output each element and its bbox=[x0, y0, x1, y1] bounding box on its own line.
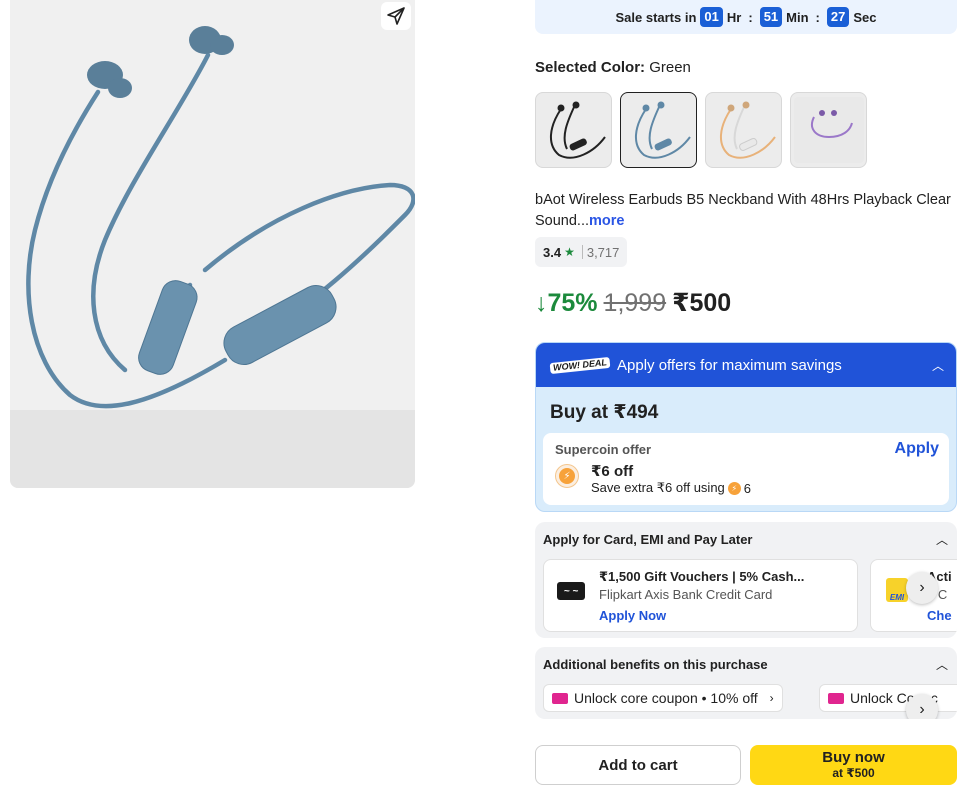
product-image-gallery[interactable] bbox=[10, 0, 415, 488]
offers-card: WOW! DEAL Apply offers for maximum savin… bbox=[535, 342, 957, 512]
swatch-image bbox=[719, 101, 776, 159]
selected-color-value: Green bbox=[649, 59, 691, 76]
supercoin-discount: ₹6 off bbox=[591, 463, 634, 480]
supercoin-extra-text: Save extra ₹6 off using bbox=[591, 480, 725, 495]
supercoin-icon: ⚡ bbox=[555, 464, 579, 488]
coupon-ticket-icon bbox=[552, 692, 568, 704]
countdown-minutes: 51 bbox=[759, 7, 783, 27]
read-more-link[interactable]: more bbox=[589, 213, 624, 229]
supercoin-count: 6 bbox=[743, 480, 752, 496]
selected-color-label: Selected Color: bbox=[535, 59, 646, 76]
product-image bbox=[26, 26, 415, 409]
color-swatch-purple[interactable] bbox=[790, 92, 867, 168]
rating-value: 3.4 bbox=[543, 244, 562, 260]
color-swatch-green[interactable] bbox=[620, 92, 697, 168]
sale-label: Sale starts in bbox=[615, 9, 697, 25]
selected-color: Selected Color: Green bbox=[535, 59, 691, 76]
countdown-seconds: 27 bbox=[826, 7, 850, 27]
chevron-up-icon[interactable]: ︿ bbox=[936, 656, 948, 673]
offers-header-text: Apply offers for maximum savings bbox=[617, 356, 842, 374]
apply-now-link[interactable]: Apply Now bbox=[599, 608, 666, 623]
buy-at-price: Buy at ₹494 bbox=[550, 402, 659, 423]
apply-supercoin-button[interactable]: Apply bbox=[895, 440, 939, 458]
chevron-right-icon: › bbox=[769, 691, 774, 705]
minutes-unit: Min bbox=[786, 9, 809, 25]
original-price: 1,999 bbox=[603, 289, 667, 317]
supercoin-offer: Supercoin offer Apply ⚡ ₹6 off Save extr… bbox=[543, 433, 949, 505]
offers-header[interactable]: WOW! DEAL Apply offers for maximum savin… bbox=[536, 343, 956, 387]
buy-now-button[interactable]: Buy now at ₹500 bbox=[750, 745, 957, 785]
coupon-text: Unlock core coupon • 10% off bbox=[574, 690, 758, 706]
swatch-image bbox=[634, 101, 691, 159]
chevron-up-icon[interactable]: ︿ bbox=[936, 531, 948, 548]
coupon-ticket-icon bbox=[828, 692, 844, 704]
seconds-unit: Sec bbox=[853, 9, 877, 25]
rating-divider bbox=[581, 245, 583, 259]
color-swatch-black[interactable] bbox=[535, 92, 612, 168]
coupon-pill[interactable]: Unlock core coupon • 10% off › bbox=[543, 684, 783, 712]
next-arrow-button[interactable]: › bbox=[906, 694, 938, 719]
sale-countdown: Sale starts in 01 Hr : 51 Min : 27 Sec bbox=[535, 0, 957, 34]
share-icon bbox=[387, 7, 405, 25]
card-offer-subtitle: Flipkart Axis Bank Credit Card bbox=[599, 587, 773, 602]
countdown-separator: : bbox=[748, 9, 753, 25]
buy-now-label: Buy now bbox=[822, 749, 885, 766]
card-offer-title: ₹1,500 Gift Vouchers | 5% Cash... bbox=[599, 569, 805, 584]
check-link[interactable]: Che bbox=[927, 608, 952, 623]
benefits-title: Additional benefits on this purchase bbox=[543, 657, 768, 672]
color-swatch-beige[interactable] bbox=[705, 92, 782, 168]
card-section-title: Apply for Card, EMI and Pay Later bbox=[543, 532, 753, 547]
add-to-cart-label: Add to cart bbox=[598, 756, 678, 774]
additional-benefits-section: Additional benefits on this purchase ︿ U… bbox=[535, 647, 957, 719]
countdown-hours: 01 bbox=[700, 7, 723, 27]
coin-icon: ⚡ bbox=[727, 481, 741, 495]
add-to-cart-button[interactable]: Add to cart bbox=[535, 745, 741, 785]
chevron-right-icon: › bbox=[919, 701, 925, 718]
supercoin-label: Supercoin offer bbox=[555, 442, 652, 457]
wow-deal-badge: WOW! DEAL bbox=[549, 356, 611, 374]
axis-card-logo-icon: ~ ~ bbox=[557, 582, 585, 600]
star-icon: ★ bbox=[564, 245, 575, 259]
swatch-image bbox=[793, 97, 864, 163]
next-arrow-button[interactable]: › bbox=[906, 572, 938, 604]
swatch-image-art bbox=[810, 110, 853, 139]
swatch-image bbox=[549, 101, 606, 159]
supercoin-details: Save extra ₹6 off using ⚡ 6 bbox=[591, 480, 751, 496]
buy-now-price: at ₹500 bbox=[832, 766, 875, 780]
countdown-separator: : bbox=[815, 9, 820, 25]
rating-count: 3,717 bbox=[586, 244, 620, 260]
chevron-right-icon: › bbox=[919, 579, 925, 596]
price-block: ↓75% 1,999 ₹500 bbox=[535, 288, 731, 318]
flipkart-emi-logo-icon: EMI bbox=[886, 578, 908, 602]
rating-badge[interactable]: 3.4 ★ 3,717 bbox=[535, 237, 628, 267]
color-swatches bbox=[535, 92, 867, 168]
final-price: ₹500 bbox=[672, 289, 732, 317]
gallery-background-lower bbox=[10, 410, 415, 488]
product-title: bAot Wireless Earbuds B5 Neckband With 4… bbox=[535, 190, 957, 232]
card-offer-item[interactable]: ~ ~ ₹1,500 Gift Vouchers | 5% Cash... Fl… bbox=[543, 559, 858, 632]
card-emi-section: Apply for Card, EMI and Pay Later ︿ ~ ~ … bbox=[535, 522, 957, 638]
chevron-up-icon: ︿ bbox=[931, 358, 944, 373]
hours-unit: Hr bbox=[726, 9, 742, 25]
discount-percent: ↓75% bbox=[535, 289, 598, 317]
share-button[interactable] bbox=[381, 2, 411, 30]
